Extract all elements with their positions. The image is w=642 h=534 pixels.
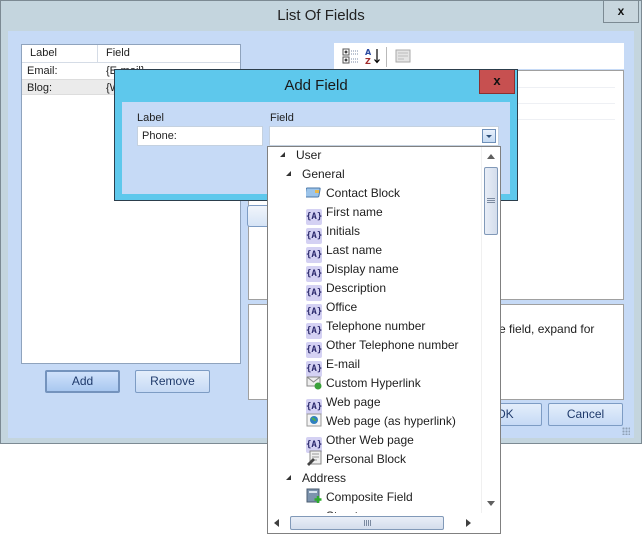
row-label: Blog: bbox=[27, 82, 53, 94]
field-tree[interactable]: User General Contact Block {A} First name {A}… bbox=[268, 147, 481, 513]
svg-text:A: A bbox=[365, 48, 372, 57]
vertical-scrollbar[interactable] bbox=[481, 147, 500, 513]
description-text: the field, expand for bbox=[489, 322, 595, 336]
column-header-label[interactable]: Label bbox=[22, 45, 98, 62]
tree-item[interactable]: Contact Block bbox=[306, 184, 400, 203]
window-close-button[interactable]: x bbox=[603, 1, 639, 23]
tree-item[interactable]: {A} Telephone number bbox=[306, 317, 426, 339]
tree-node-label: E-mail bbox=[326, 357, 361, 371]
cancel-button[interactable]: Cancel bbox=[548, 403, 623, 426]
tree-node-label: Last name bbox=[326, 243, 383, 257]
dialog-title: Add Field bbox=[284, 77, 348, 94]
tree-item[interactable]: {A} E-mail bbox=[306, 355, 361, 377]
expand-icon[interactable] bbox=[280, 152, 285, 157]
tree-group-node[interactable]: General bbox=[286, 165, 345, 184]
property-pages-icon[interactable] bbox=[394, 47, 412, 65]
globe-icon bbox=[306, 413, 322, 427]
expand-icon[interactable] bbox=[286, 475, 291, 480]
scroll-right-icon[interactable] bbox=[466, 519, 471, 527]
toolbar-separator bbox=[386, 47, 387, 67]
scroll-thumb[interactable] bbox=[484, 167, 498, 235]
tree-node-label: Web page bbox=[326, 395, 381, 409]
tree-item[interactable]: Web page (as hyperlink) bbox=[306, 412, 456, 431]
tree-node-label: Other Telephone number bbox=[326, 338, 459, 352]
tree-node-label: Address bbox=[302, 471, 347, 485]
tree-item[interactable]: {A} Display name bbox=[306, 260, 399, 282]
tree-item[interactable]: {A} Other Web page bbox=[306, 431, 414, 453]
add-button[interactable]: Add bbox=[45, 370, 120, 393]
personal-block-icon bbox=[307, 450, 322, 466]
window-title: List Of Fields bbox=[277, 7, 365, 24]
label-input[interactable]: Phone: bbox=[137, 126, 263, 146]
tree-item[interactable]: {A} Web page bbox=[306, 393, 381, 415]
contact-card-icon bbox=[306, 187, 321, 198]
property-grid-toolbar: A Z bbox=[334, 43, 624, 69]
tree-item[interactable]: {A} Initials bbox=[306, 222, 361, 244]
list-header: Label Field bbox=[22, 45, 240, 63]
tree-node-label: Description bbox=[326, 281, 387, 295]
tree-node-label: Office bbox=[326, 300, 358, 314]
tree-item[interactable]: {A} Other Telephone number bbox=[306, 336, 459, 358]
categorized-icon[interactable] bbox=[342, 47, 360, 65]
tree-item[interactable]: {A} Description bbox=[306, 279, 387, 301]
tree-node-label: General bbox=[302, 167, 345, 181]
tree-node-label: Personal Block bbox=[326, 452, 407, 466]
field-caption: Field bbox=[270, 112, 294, 124]
tree-item[interactable]: Custom Hyperlink bbox=[306, 374, 421, 393]
label-caption: Label bbox=[137, 112, 164, 124]
field-combobox[interactable] bbox=[269, 126, 499, 146]
tree-item[interactable]: {A} First name bbox=[306, 203, 383, 225]
tree-node-label: Other Web page bbox=[326, 433, 414, 447]
tree-item[interactable]: {A} Office bbox=[306, 298, 358, 320]
expand-icon[interactable] bbox=[286, 171, 291, 176]
grip-icon bbox=[487, 198, 495, 204]
tree-node-label: Composite Field bbox=[326, 490, 413, 504]
row-label: Email: bbox=[27, 65, 58, 77]
svg-text:Z: Z bbox=[365, 57, 371, 65]
composite-field-icon bbox=[306, 488, 322, 503]
field-dropdown[interactable]: User General Contact Block {A} First name {A}… bbox=[267, 146, 501, 534]
sort-az-icon[interactable]: A Z bbox=[364, 47, 382, 65]
grip-icon bbox=[364, 520, 372, 526]
tree-node-label: Display name bbox=[326, 262, 399, 276]
tree-node-label: Contact Block bbox=[326, 186, 401, 200]
horizontal-scrollbar[interactable] bbox=[268, 513, 481, 533]
tree-node-label: Web page (as hyperlink) bbox=[326, 414, 456, 428]
tree-item[interactable]: Personal Block bbox=[306, 450, 406, 469]
tree-node-label: Custom Hyperlink bbox=[326, 376, 421, 390]
tree-node-label: Initials bbox=[326, 224, 361, 238]
tree-group-node[interactable]: User bbox=[280, 147, 321, 165]
column-header-field[interactable]: Field bbox=[98, 45, 130, 62]
tree-group-node[interactable]: Address bbox=[286, 469, 346, 488]
tree-node-label: First name bbox=[326, 205, 383, 219]
dialog-close-button[interactable]: x bbox=[479, 70, 515, 94]
resize-grip-icon[interactable] bbox=[622, 427, 630, 435]
tree-item[interactable]: Composite Field bbox=[306, 488, 413, 507]
tree-item[interactable]: {A} Last name bbox=[306, 241, 383, 263]
hscroll-thumb[interactable] bbox=[290, 516, 444, 530]
tree-node-label: Telephone number bbox=[326, 319, 426, 333]
tree-node-label: User bbox=[296, 148, 322, 162]
remove-button[interactable]: Remove bbox=[135, 370, 210, 393]
envelope-link-icon bbox=[306, 376, 322, 390]
scroll-down-icon[interactable] bbox=[487, 501, 495, 506]
scroll-left-icon[interactable] bbox=[274, 519, 279, 527]
chevron-down-icon[interactable] bbox=[482, 129, 496, 143]
scroll-up-icon[interactable] bbox=[487, 154, 495, 159]
